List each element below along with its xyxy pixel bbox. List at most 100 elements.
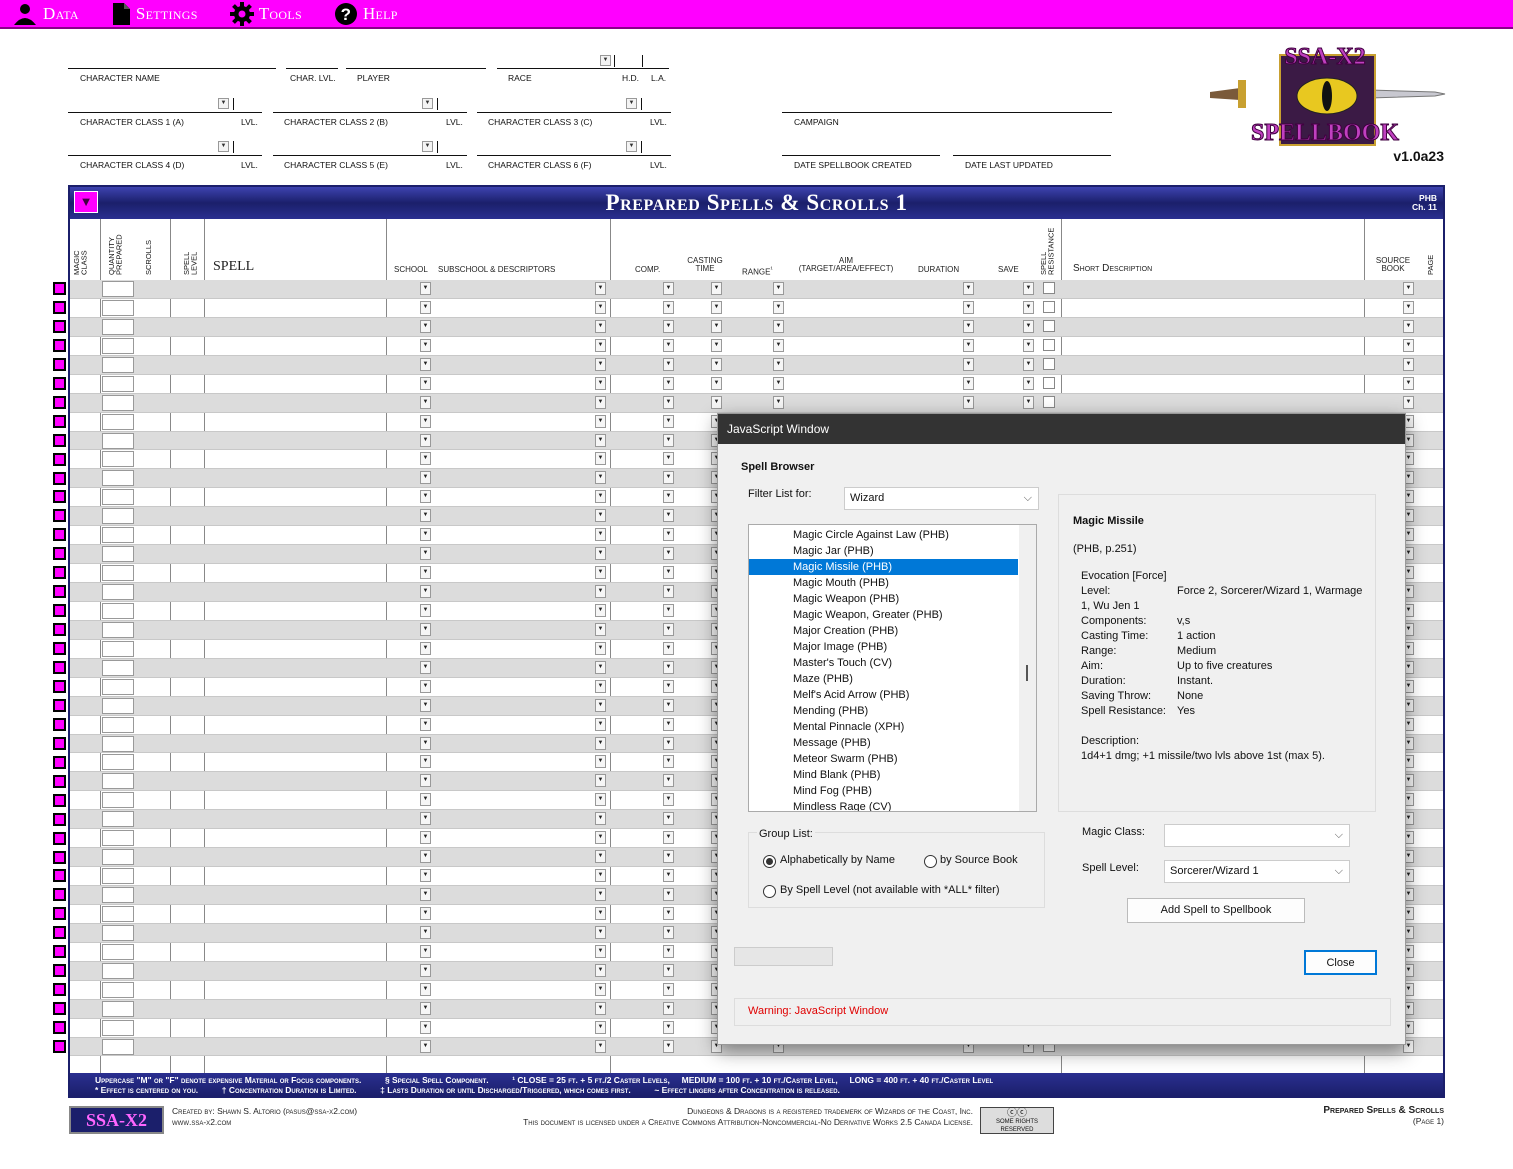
spell-resistance-checkbox[interactable]	[1043, 319, 1055, 332]
date-created-field[interactable]	[782, 155, 940, 156]
row-dropdown[interactable]: ▼	[420, 338, 431, 352]
row-action-button[interactable]	[53, 983, 66, 997]
quantity-input[interactable]	[102, 584, 134, 600]
quantity-input[interactable]	[102, 546, 134, 563]
quantity-input[interactable]	[102, 356, 134, 373]
row-dropdown[interactable]: ▼	[595, 452, 606, 466]
row-action-button[interactable]	[53, 850, 66, 864]
row-dropdown[interactable]: ▼	[595, 622, 606, 636]
spell-list-item[interactable]: Maze (PHB)	[749, 671, 1036, 687]
row-dropdown[interactable]: ▼	[663, 869, 674, 883]
quantity-input[interactable]	[102, 394, 134, 411]
row-dropdown[interactable]: ▼	[663, 452, 674, 466]
row-dropdown[interactable]: ▼	[1023, 376, 1034, 390]
row-dropdown[interactable]: ▼	[595, 585, 606, 598]
spell-list-item[interactable]: Magic Weapon (PHB)	[749, 591, 1036, 607]
radio-spell-level-label[interactable]: By Spell Level (not available with *ALL*…	[780, 884, 1000, 896]
row-dropdown[interactable]: ▼	[420, 357, 431, 371]
row-dropdown[interactable]: ▼	[663, 944, 674, 958]
row-dropdown[interactable]: ▼	[420, 698, 431, 712]
row-action-button[interactable]	[53, 300, 66, 314]
menu-settings[interactable]: Settings	[111, 2, 198, 26]
spell-list-item[interactable]: Magic Jar (PHB)	[749, 543, 1036, 559]
row-action-button[interactable]	[53, 774, 66, 788]
race-field[interactable]	[497, 68, 669, 69]
quantity-input[interactable]	[102, 697, 134, 714]
row-dropdown[interactable]: ▼	[420, 547, 431, 561]
row-dropdown[interactable]: ▼	[420, 717, 431, 731]
quantity-input[interactable]	[102, 905, 134, 922]
row-dropdown[interactable]: ▼	[773, 338, 784, 352]
row-dropdown[interactable]: ▼	[1403, 282, 1414, 295]
row-dropdown[interactable]: ▼	[663, 566, 674, 580]
radio-spell-level[interactable]	[763, 885, 776, 898]
sheet-menu-button[interactable]: ▼	[74, 191, 98, 213]
row-dropdown[interactable]: ▼	[595, 717, 606, 731]
row-dropdown[interactable]: ▼	[595, 528, 606, 542]
row-dropdown[interactable]: ▼	[420, 622, 431, 636]
row-dropdown[interactable]: ▼	[963, 300, 974, 314]
row-dropdown[interactable]: ▼	[420, 755, 431, 769]
row-dropdown[interactable]: ▼	[595, 963, 606, 977]
spell-list-item[interactable]: Magic Weapon, Greater (PHB)	[749, 607, 1036, 623]
row-dropdown[interactable]: ▼	[773, 300, 784, 314]
row-dropdown[interactable]: ▼	[595, 357, 606, 371]
row-dropdown[interactable]: ▼	[595, 414, 606, 428]
radio-alphabetical[interactable]	[763, 855, 776, 868]
quantity-input[interactable]	[102, 735, 134, 752]
row-dropdown[interactable]: ▼	[1403, 357, 1414, 371]
row-dropdown[interactable]: ▼	[663, 850, 674, 864]
row-dropdown[interactable]: ▼	[663, 906, 674, 920]
row-dropdown[interactable]: ▼	[595, 509, 606, 523]
row-dropdown[interactable]: ▼	[963, 376, 974, 390]
row-dropdown[interactable]: ▼	[1403, 319, 1414, 333]
row-action-button[interactable]	[53, 433, 66, 447]
quantity-input[interactable]	[102, 773, 134, 790]
row-dropdown[interactable]: ▼	[595, 603, 606, 617]
row-dropdown[interactable]: ▼	[663, 717, 674, 731]
class5-dropdown[interactable]: ▼	[422, 141, 433, 152]
row-dropdown[interactable]: ▼	[420, 395, 431, 409]
row-dropdown[interactable]: ▼	[773, 376, 784, 390]
row-dropdown[interactable]: ▼	[663, 376, 674, 390]
row-dropdown[interactable]: ▼	[663, 300, 674, 314]
class4-dropdown[interactable]: ▼	[218, 141, 229, 152]
row-dropdown[interactable]: ▼	[420, 566, 431, 580]
row-dropdown[interactable]: ▼	[963, 282, 974, 295]
row-dropdown[interactable]: ▼	[773, 282, 784, 295]
row-dropdown[interactable]: ▼	[595, 547, 606, 561]
quantity-input[interactable]	[102, 792, 134, 809]
row-action-button[interactable]	[53, 604, 66, 618]
class1-field[interactable]	[68, 112, 262, 113]
quantity-input[interactable]	[102, 659, 134, 676]
char-lvl-field[interactable]	[286, 68, 338, 69]
row-dropdown[interactable]: ▼	[711, 395, 722, 409]
close-button[interactable]: Close	[1304, 950, 1377, 975]
spell-list-item[interactable]: Magic Missile (PHB)	[749, 559, 1018, 575]
row-action-button[interactable]	[53, 926, 66, 940]
row-action-button[interactable]	[53, 1021, 66, 1035]
row-dropdown[interactable]: ▼	[663, 963, 674, 977]
row-action-button[interactable]	[53, 717, 66, 731]
row-dropdown[interactable]: ▼	[663, 471, 674, 485]
row-dropdown[interactable]: ▼	[595, 869, 606, 883]
row-dropdown[interactable]: ▼	[595, 793, 606, 807]
row-dropdown[interactable]: ▼	[595, 679, 606, 693]
row-dropdown[interactable]: ▼	[1023, 338, 1034, 352]
row-dropdown[interactable]: ▼	[1023, 282, 1034, 295]
quantity-input[interactable]	[102, 962, 134, 979]
row-dropdown[interactable]: ▼	[1023, 319, 1034, 333]
quantity-input[interactable]	[102, 678, 134, 695]
class5-field[interactable]	[273, 155, 467, 156]
row-dropdown[interactable]: ▼	[663, 755, 674, 769]
row-dropdown[interactable]: ▼	[663, 319, 674, 333]
spell-list-item[interactable]: Major Creation (PHB)	[749, 623, 1036, 639]
row-dropdown[interactable]: ▼	[595, 906, 606, 920]
spell-resistance-checkbox[interactable]	[1043, 376, 1055, 389]
row-dropdown[interactable]: ▼	[420, 736, 431, 750]
row-action-button[interactable]	[53, 679, 66, 693]
spell-list-item[interactable]: Mindless Rage (CV)	[749, 799, 1036, 811]
quantity-input[interactable]	[102, 943, 134, 960]
quantity-input[interactable]	[102, 754, 134, 771]
row-dropdown[interactable]: ▼	[663, 888, 674, 901]
